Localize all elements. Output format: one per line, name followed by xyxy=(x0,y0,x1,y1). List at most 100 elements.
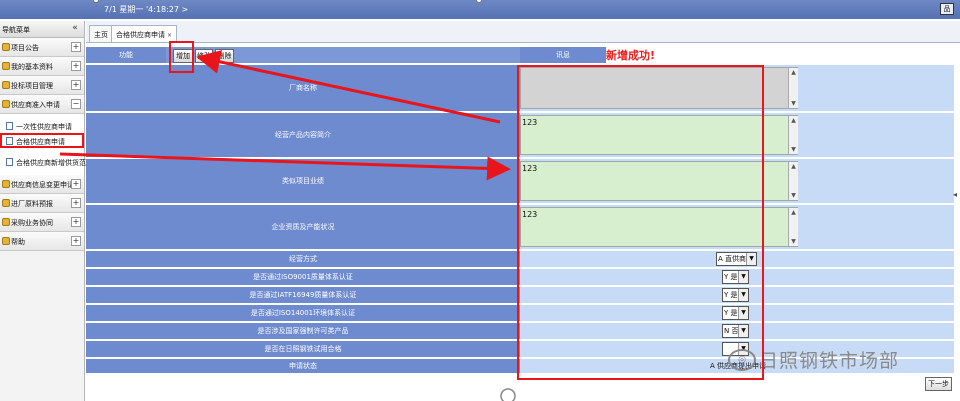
tab-strip: 主页 合格供应商申请 × xyxy=(86,21,960,43)
scrollbar[interactable]: ▲ ▼ xyxy=(788,162,798,200)
qualification-label: 企业资质及产能状况 xyxy=(86,205,520,249)
sidebar-item-supplier-access[interactable]: 供应商准入申请 − xyxy=(0,95,84,114)
scroll-up-icon[interactable]: ▲ xyxy=(789,209,798,216)
scrollbar[interactable]: ▲ ▼ xyxy=(788,116,798,154)
sidebar-item-label: 采购业务协同 xyxy=(11,219,53,227)
scroll-down-icon[interactable]: ▼ xyxy=(789,192,798,199)
license-select[interactable]: N 否 ▼ xyxy=(722,324,749,338)
scroll-down-icon[interactable]: ▼ xyxy=(789,100,798,107)
add-button[interactable]: 增加 xyxy=(173,49,193,63)
sidebar-item-announcements[interactable]: 项目公告 + xyxy=(0,38,84,57)
folder-icon xyxy=(2,199,10,207)
folder-icon xyxy=(2,81,10,89)
scroll-down-icon[interactable]: ▼ xyxy=(789,146,798,153)
sidebar-item-material-forecast[interactable]: 进厂原料预报 + xyxy=(0,194,84,213)
scrollbar[interactable]: ▲ ▼ xyxy=(788,208,798,246)
close-icon[interactable]: × xyxy=(167,32,172,39)
document-icon xyxy=(6,122,13,130)
tab-home[interactable]: 主页 xyxy=(89,25,113,42)
info-label: 讯息 xyxy=(520,47,606,63)
sidebar-item-label: 项目公告 xyxy=(11,44,39,52)
folder-icon xyxy=(2,43,10,51)
network-icon[interactable]: 品 xyxy=(940,3,954,15)
datetime-display: 7/1 星期一 '4:18:27 > xyxy=(104,5,189,14)
select-value: N 否 xyxy=(724,327,739,335)
expand-icon[interactable]: + xyxy=(71,217,81,227)
sidebar-item-profile[interactable]: 我的基本资料 + xyxy=(0,57,84,76)
chevron-down-icon: ▼ xyxy=(738,289,748,301)
tab-qualified-supplier[interactable]: 合格供应商申请 × xyxy=(111,25,178,42)
collapse-icon[interactable]: − xyxy=(71,99,81,109)
sidebar-item-label: 进厂原料预报 xyxy=(11,200,53,208)
chevron-down-icon: ▼ xyxy=(738,271,748,283)
projects-field[interactable]: 123 xyxy=(520,161,798,201)
trial-label: 是否在日照钢铁试用合格 xyxy=(86,341,520,357)
sidebar-subitem-qualified[interactable]: 合格供应商申请 xyxy=(0,133,84,148)
products-label: 经营产品内容简介 xyxy=(86,113,520,157)
iso14001-select[interactable]: Y 是 ▼ xyxy=(722,306,749,320)
folder-icon xyxy=(2,100,10,108)
sidebar-item-label: 帮助 xyxy=(11,238,25,246)
sidebar-item-info-change[interactable]: 供应商信息变更申请 + xyxy=(0,175,84,194)
mode-select[interactable]: A 直供商 ▼ xyxy=(716,252,757,266)
expand-icon[interactable]: + xyxy=(71,179,81,189)
tab-label: 主页 xyxy=(94,31,108,39)
folder-icon xyxy=(2,180,10,188)
folder-icon xyxy=(2,218,10,226)
scroll-down-icon[interactable]: ▼ xyxy=(789,238,798,245)
delete-button[interactable]: 删除 xyxy=(215,49,234,63)
sidebar-title: 导航菜单 xyxy=(2,26,30,34)
projects-label: 类似项目业绩 xyxy=(86,159,520,203)
qualification-field[interactable]: 123 xyxy=(520,207,798,247)
status-label: 申请状态 xyxy=(86,359,520,373)
sidebar-subitem-onetime[interactable]: 一次性供应商申请 xyxy=(0,118,84,133)
sidebar-item-label: 我的基本资料 xyxy=(11,63,53,71)
success-message: 新增成功! xyxy=(606,49,656,62)
edit-button[interactable]: 修改 xyxy=(195,49,213,63)
chevron-down-icon: ▼ xyxy=(746,253,756,265)
document-icon xyxy=(6,137,13,145)
document-icon xyxy=(6,158,13,166)
factory-name-field[interactable] xyxy=(520,67,798,109)
iso14001-label: 是否通过ISO14001环境体系认证 xyxy=(86,305,520,321)
select-value: Y 是 xyxy=(724,273,738,281)
iatf-select[interactable]: Y 是 ▼ xyxy=(722,288,749,302)
iso9001-select[interactable]: Y 是 ▼ xyxy=(722,270,749,284)
top-bar: 7/1 星期一 '4:18:27 > 品 xyxy=(0,0,960,19)
expand-icon[interactable]: + xyxy=(71,198,81,208)
tab-label: 合格供应商申请 xyxy=(116,31,165,39)
sidebar-subitem-label: 合格供应商申请 xyxy=(16,138,65,146)
select-value: Y 是 xyxy=(724,309,738,317)
next-step-button[interactable]: 下一步 xyxy=(925,377,952,391)
folder-icon xyxy=(2,62,10,70)
select-value: A 直供商 xyxy=(718,255,747,263)
sidebar-item-label: 供应商准入申请 xyxy=(11,101,60,109)
scroll-up-icon[interactable]: ▲ xyxy=(789,117,798,124)
sidebar-item-procurement[interactable]: 采购业务协同 + xyxy=(0,213,84,232)
expand-icon[interactable]: + xyxy=(71,42,81,52)
products-field[interactable]: 123 xyxy=(520,115,798,155)
license-label: 是否涉及国家强制许可类产品 xyxy=(86,323,520,339)
scroll-indicator-icon[interactable]: ◂ xyxy=(953,190,960,204)
expand-icon[interactable]: + xyxy=(71,236,81,246)
scrollbar[interactable]: ▲ ▼ xyxy=(788,68,798,108)
iatf-label: 是否通过IATF16949质量体系认证 xyxy=(86,287,520,303)
expand-icon[interactable]: + xyxy=(71,61,81,71)
sidebar: 导航菜单 « 项目公告 + 我的基本资料 + 投标项目管理 + 供应商准入申请 … xyxy=(0,21,100,401)
select-value: Y 是 xyxy=(724,291,738,299)
sidebar-header: 导航菜单 « xyxy=(0,21,84,38)
sidebar-item-label: 投标项目管理 xyxy=(11,82,53,90)
expand-icon[interactable]: + xyxy=(71,80,81,90)
sidebar-item-help[interactable]: 帮助 + xyxy=(0,232,84,251)
factory-name-label: 厂商名称 xyxy=(86,65,520,111)
chevron-down-icon: ▼ xyxy=(738,325,748,337)
sidebar-item-bids[interactable]: 投标项目管理 + xyxy=(0,76,84,95)
scroll-up-icon[interactable]: ▲ xyxy=(789,69,798,76)
help-icon xyxy=(2,237,10,245)
watermark: ◎ 日照钢铁市场部 xyxy=(728,346,899,373)
sidebar-subitem-scope[interactable]: 合格供应商新增供货范围申 xyxy=(0,154,100,169)
scroll-up-icon[interactable]: ▲ xyxy=(789,163,798,170)
func-label: 功能 xyxy=(86,47,166,63)
collapse-icon[interactable]: « xyxy=(70,23,80,34)
chevron-down-icon: ▼ xyxy=(738,307,748,319)
